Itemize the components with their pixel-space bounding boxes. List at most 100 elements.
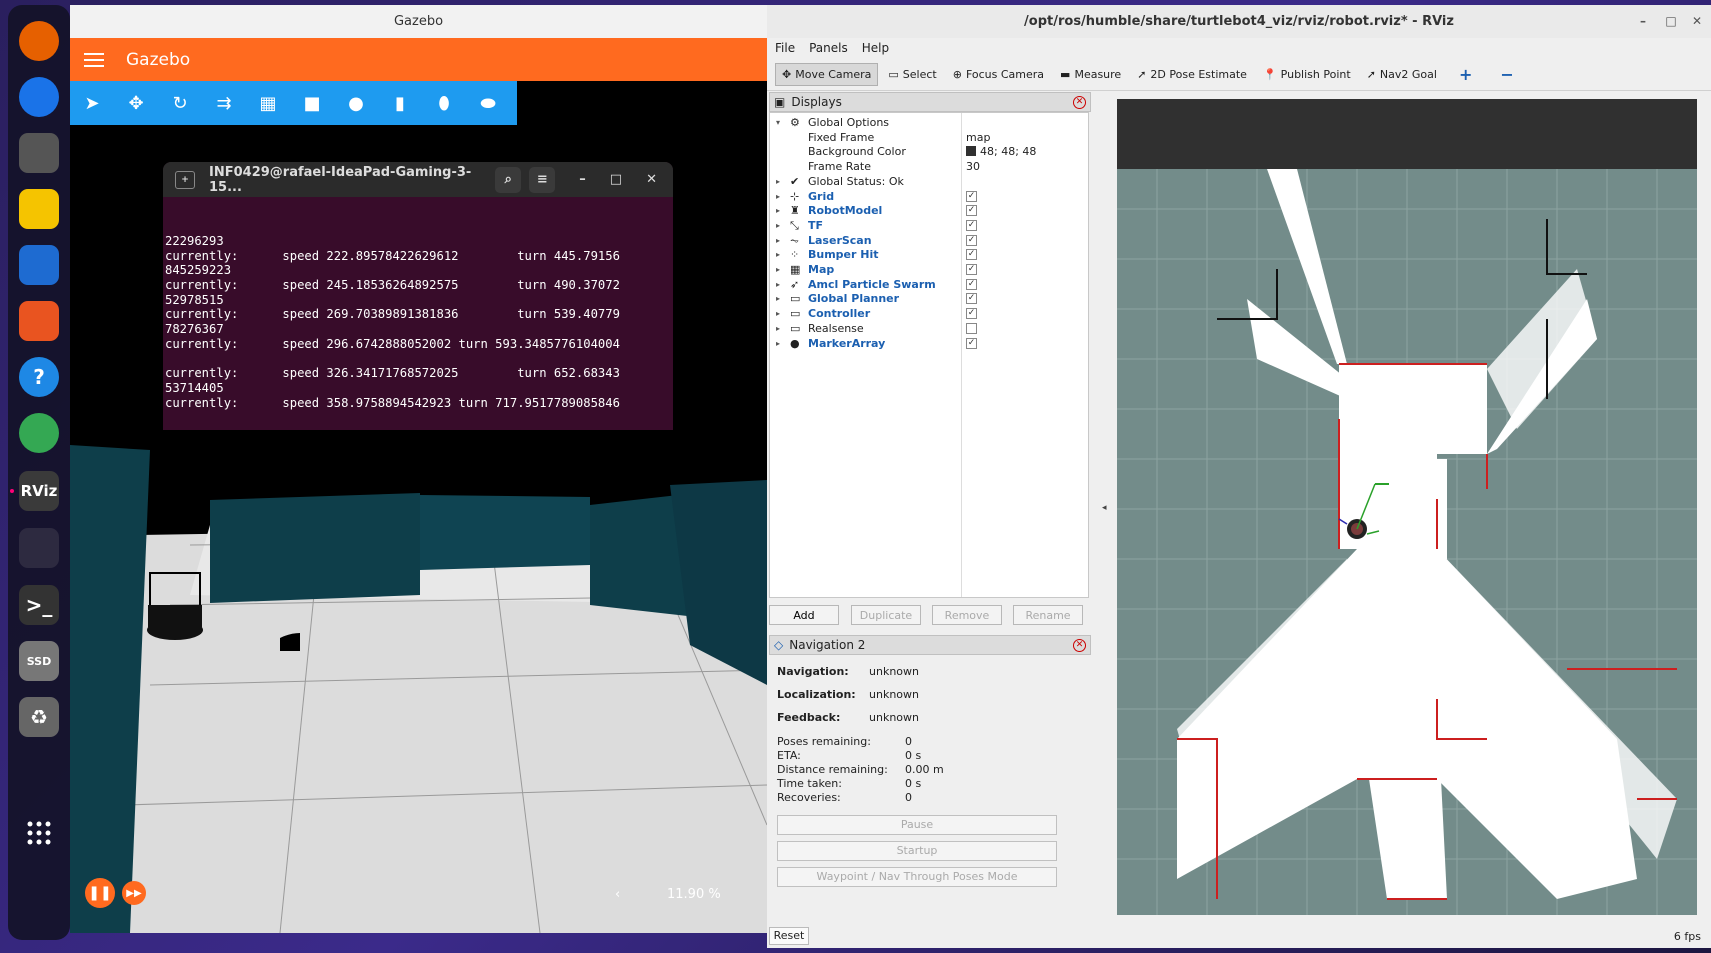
display-value[interactable]: 48; 48; 48 — [966, 144, 1036, 160]
box-shape-icon[interactable]: ■ — [290, 81, 334, 125]
cylinder-shape-icon[interactable]: ▮ — [378, 81, 422, 125]
search-icon[interactable]: ⌕ — [495, 166, 522, 193]
rotate-tool-icon[interactable]: ↻ — [158, 81, 202, 125]
sphere-shape-icon[interactable]: ● — [334, 81, 378, 125]
capsule-shape-icon[interactable]: ⬮ — [422, 81, 466, 125]
app-center-icon[interactable] — [19, 301, 59, 341]
gazebo-icon[interactable] — [19, 528, 59, 568]
display-enabled-checkbox[interactable]: ✓ — [966, 219, 977, 231]
display-row-map[interactable]: ▸ ▦ Map ✓ — [770, 262, 1088, 278]
expand-right-icon[interactable]: ▸ — [776, 233, 780, 249]
display-enabled-checkbox[interactable]: ✓ — [966, 234, 977, 246]
display-row-tf[interactable]: ▸ ⤡ TF ✓ — [770, 218, 1088, 234]
display-enabled-checkbox[interactable]: ✓ — [966, 249, 977, 261]
close-panel-icon[interactable]: ✕ — [1073, 639, 1086, 652]
rhythmbox-icon[interactable] — [19, 189, 59, 229]
close-panel-icon[interactable]: ✕ — [1073, 96, 1086, 109]
reset-button[interactable]: Reset — [769, 927, 809, 945]
expand-right-icon[interactable]: ▸ — [776, 336, 780, 352]
translate-tool-icon[interactable]: ✥ — [114, 81, 158, 125]
chrome-icon[interactable] — [19, 413, 59, 453]
display-enabled-checkbox[interactable] — [966, 322, 977, 334]
ssd-icon[interactable]: SSD — [19, 641, 59, 681]
display-value[interactable]: 30 — [966, 159, 980, 175]
pause-button[interactable]: Pause — [777, 815, 1057, 835]
duplicate-display-button[interactable]: Duplicate — [851, 605, 921, 625]
expand-right-icon[interactable]: ▸ — [776, 174, 780, 190]
show-apps-icon[interactable] — [19, 813, 59, 853]
grid-tool-icon[interactable]: ▦ — [246, 81, 290, 125]
hamburger-menu-icon[interactable] — [84, 49, 104, 71]
menu-help[interactable]: Help — [862, 41, 889, 55]
menu-panels[interactable]: Panels — [809, 41, 848, 55]
ellipsoid-shape-icon[interactable]: ⬬ — [466, 81, 510, 125]
expand-right-icon[interactable]: ▸ — [776, 291, 780, 307]
expand-right-icon[interactable]: ▸ — [776, 189, 780, 205]
close-icon[interactable]: ✕ — [1689, 13, 1705, 29]
expand-down-icon[interactable]: ▾ — [776, 115, 780, 131]
tool-publish-point[interactable]: 📍 Publish Point — [1257, 64, 1357, 85]
display-row-frame-rate[interactable]: Frame Rate 30 — [770, 159, 1088, 175]
remove-display-button[interactable]: Remove — [932, 605, 1002, 625]
display-row-controller[interactable]: ▸ ▭ Controller ✓ — [770, 306, 1088, 322]
trash-icon[interactable]: ♻ — [19, 697, 59, 737]
add-tool-icon[interactable]: + — [1459, 65, 1472, 84]
terminal-icon[interactable]: >_ — [19, 585, 59, 625]
display-row-laserscan[interactable]: ▸ ⏦ LaserScan ✓ — [770, 233, 1088, 249]
display-enabled-checkbox[interactable]: ✓ — [966, 205, 977, 217]
display-enabled-checkbox[interactable]: ✓ — [966, 308, 977, 320]
tool-measure[interactable]: ▬ Measure — [1054, 64, 1127, 85]
display-row-background-color[interactable]: Background Color 48; 48; 48 — [770, 144, 1088, 160]
display-enabled-checkbox[interactable]: ✓ — [966, 278, 977, 290]
display-enabled-checkbox[interactable]: ✓ — [966, 190, 977, 202]
display-enabled-checkbox[interactable]: ✓ — [966, 293, 977, 305]
display-row-global-options[interactable]: ▾ ⚙ Global Options — [770, 115, 1088, 131]
display-row-global-planner[interactable]: ▸ ▭ Global Planner ✓ — [770, 291, 1088, 307]
display-enabled-checkbox[interactable]: ✓ — [966, 264, 977, 275]
tool-focus-camera[interactable]: ⊕ Focus Camera — [947, 64, 1050, 85]
collapse-arrow-icon[interactable]: ◂ — [1102, 503, 1107, 513]
display-value[interactable]: map — [966, 130, 990, 146]
display-row-global-status-ok[interactable]: ▸ ✔ Global Status: Ok — [770, 174, 1088, 190]
rviz-3d-view[interactable] — [1117, 99, 1697, 915]
pause-button[interactable]: ❚❚ — [85, 878, 115, 908]
close-icon[interactable]: ✕ — [646, 172, 657, 187]
display-row-bumper-hit[interactable]: ▸ ⁘ Bumper Hit ✓ — [770, 247, 1088, 263]
menu-file[interactable]: File — [775, 41, 795, 55]
maximize-icon[interactable]: □ — [1663, 13, 1679, 29]
select-tool-icon[interactable]: ➤ — [70, 81, 114, 125]
tool-2d-pose-estimate[interactable]: ➚ 2D Pose Estimate — [1131, 64, 1253, 85]
expand-right-icon[interactable]: ▸ — [776, 203, 780, 219]
expand-right-icon[interactable]: ▸ — [776, 262, 780, 278]
expand-right-icon[interactable]: ▸ — [776, 247, 780, 263]
rviz-icon[interactable]: RViz — [19, 471, 59, 511]
display-row-fixed-frame[interactable]: Fixed Frame map — [770, 130, 1088, 146]
display-row-robotmodel[interactable]: ▸ ♜ RobotModel ✓ — [770, 203, 1088, 219]
add-display-button[interactable]: Add — [769, 605, 839, 625]
help-icon[interactable]: ? — [19, 357, 59, 397]
thunderbird-icon[interactable] — [19, 77, 59, 117]
files-icon[interactable] — [19, 133, 59, 173]
minimize-icon[interactable]: – — [579, 172, 586, 187]
minimize-icon[interactable]: – — [1635, 13, 1651, 29]
display-row-markerarray[interactable]: ▸ ● MarkerArray ✓ — [770, 336, 1088, 352]
tool-select[interactable]: ▭ Select — [882, 64, 942, 85]
terminal-output[interactable]: 22296293 currently: speed 222.89578422629… — [163, 197, 673, 430]
tool-move-camera[interactable]: ✥ Move Camera — [775, 62, 879, 86]
firefox-icon[interactable] — [19, 21, 59, 61]
remove-tool-icon[interactable]: − — [1500, 65, 1513, 84]
new-tab-icon[interactable]: + — [175, 170, 195, 189]
expand-right-icon[interactable]: ▸ — [776, 306, 780, 322]
zoom-arrow-icon[interactable]: ‹ — [615, 887, 620, 902]
expand-right-icon[interactable]: ▸ — [776, 218, 780, 234]
display-row-amcl-particle-swarm[interactable]: ▸ ➶ Amcl Particle Swarm ✓ — [770, 277, 1088, 293]
display-row-grid[interactable]: ▸ ⊹ Grid ✓ — [770, 189, 1088, 205]
maximize-icon[interactable]: □ — [610, 172, 622, 187]
expand-right-icon[interactable]: ▸ — [776, 277, 780, 293]
display-row-realsense[interactable]: ▸ ▭ Realsense — [770, 321, 1088, 337]
display-enabled-checkbox[interactable]: ✓ — [966, 337, 977, 349]
menu-icon[interactable]: ≡ — [529, 166, 556, 193]
rename-display-button[interactable]: Rename — [1013, 605, 1083, 625]
startup-button[interactable]: Startup — [777, 841, 1057, 861]
expand-right-icon[interactable]: ▸ — [776, 321, 780, 337]
